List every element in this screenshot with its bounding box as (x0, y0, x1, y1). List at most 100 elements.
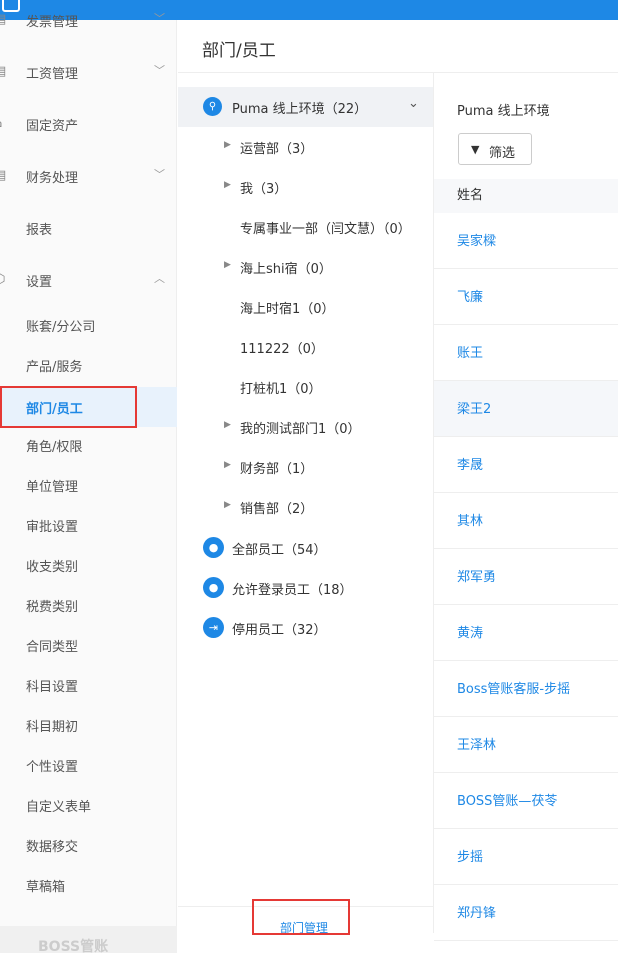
employee-name-link[interactable]: 郑丹锋 (457, 902, 496, 921)
tree-node[interactable]: ▶ 财务部（1） (178, 447, 433, 487)
employee-name-link[interactable]: 黄涛 (457, 622, 483, 641)
sidebar-subitem-label: 收支类别 (26, 560, 79, 575)
user-icon: ● (203, 537, 224, 558)
chevron-down-icon: ﹀ (154, 168, 165, 181)
table-row[interactable]: 其林 (434, 493, 618, 549)
tree-node[interactable]: 打桩机1（0） (178, 367, 433, 407)
tree-node-label: 海上shi宿（0） (240, 262, 332, 277)
sidebar-item-assets[interactable]: ⌂ 固定资产 (0, 98, 177, 150)
sidebar-subitem[interactable]: 账套/分公司 (0, 305, 177, 345)
tree-node[interactable]: ▶ 我的测试部门1（0） (178, 407, 433, 447)
employee-name-link[interactable]: 郑军勇 (457, 566, 496, 585)
group-label: 全部员工（54） (232, 543, 327, 558)
sidebar-subitem-label: 账套/分公司 (26, 320, 96, 335)
tree-node[interactable]: ▶ 我（3） (178, 167, 433, 207)
employee-name-link[interactable]: 王泽林 (457, 734, 496, 753)
boss-brand: BOSS管账 (0, 926, 177, 955)
sidebar-item-payroll[interactable]: ▤ 工资管理 ﹀ (0, 46, 177, 98)
tree-node[interactable]: 海上时宿1（0） (178, 287, 433, 327)
employee-name-link[interactable]: 梁王2 (457, 398, 491, 417)
sidebar-subitem[interactable]: 科目设置 (0, 665, 177, 705)
sidebar: ▤ 发票管理 ﹀ ▤ 工资管理 ﹀ ⌂ 固定资产 ▤ 财务处理 ﹀ ▮ 报表 ⬡… (0, 12, 177, 955)
sidebar-subitem[interactable]: 税费类别 (0, 585, 177, 625)
sidebar-subitem[interactable]: 审批设置 (0, 505, 177, 545)
sidebar-item-report[interactable]: ▮ 报表 (0, 202, 177, 254)
settings-icon: ⬡ (0, 272, 8, 287)
tree-node-label: 我的测试部门1（0） (240, 422, 361, 437)
chevron-up-icon: ︿ (154, 272, 165, 285)
table-row[interactable]: Boss管账客服-步摇 (434, 661, 618, 717)
org-title: Puma 线上环境 (457, 104, 550, 119)
employee-name-link[interactable]: BOSS管账—茯苓 (457, 790, 557, 809)
caret-right-icon[interactable]: ▶ (224, 420, 231, 430)
payroll-icon: ▤ (0, 64, 7, 79)
sidebar-subitem[interactable]: 自定义表单 (0, 785, 177, 825)
exit-icon: ⇥ (203, 617, 224, 638)
sidebar-subitem[interactable]: 产品/服务 (0, 345, 177, 385)
tree-node[interactable]: 111222（0） (178, 327, 433, 367)
chevron-down-icon: ﹀ (154, 12, 165, 25)
sidebar-subitem[interactable]: 合同类型 (0, 625, 177, 665)
sidebar-subitem-label: 科目期初 (26, 720, 79, 735)
sidebar-item-settings[interactable]: ⬡ 设置 ︿ (0, 254, 177, 306)
caret-right-icon[interactable]: ▶ (224, 500, 231, 510)
table-row[interactable]: 账王 (434, 325, 618, 381)
table-row[interactable]: 黄涛 (434, 605, 618, 661)
department-tree: ⚲ Puma 线上环境（22） ⌄ ▶ 运营部（3） ▶ 我（3） 专属事业一部（闫… (178, 73, 434, 935)
tree-node-label: 专属事业一部（闫文慧）（0） (240, 222, 411, 237)
employee-name-link[interactable]: 账王 (457, 342, 483, 361)
group-login-employees[interactable]: ● 允许登录员工（18） (178, 567, 433, 607)
highlight-box (252, 899, 350, 935)
table-row[interactable]: 步摇 (434, 829, 618, 885)
sidebar-subitem[interactable]: 个性设置 (0, 745, 177, 785)
sidebar-subitem[interactable]: 草稿箱 (0, 865, 177, 905)
tree-node-label: 打桩机1（0） (240, 382, 322, 397)
employee-name-link[interactable]: 步摇 (457, 846, 483, 865)
tree-node[interactable]: ▶ 海上shi宿（0） (178, 247, 433, 287)
sidebar-item-label: 设置 (26, 275, 53, 290)
sidebar-subitem[interactable]: 收支类别 (0, 545, 177, 585)
employee-name-link[interactable]: 其林 (457, 510, 483, 529)
employee-name-link[interactable]: 飞廉 (457, 286, 483, 305)
sidebar-subitem-label: 审批设置 (26, 520, 79, 535)
employee-name-link[interactable]: Boss管账客服-步摇 (457, 678, 570, 697)
caret-right-icon[interactable]: ▶ (224, 140, 231, 150)
table-row[interactable]: 郑军勇 (434, 549, 618, 605)
tree-node[interactable]: ▶ 销售部（2） (178, 487, 433, 527)
table-row[interactable]: 吴家樑 (434, 213, 618, 269)
sidebar-item-invoice[interactable]: ▤ 发票管理 ﹀ (0, 0, 177, 46)
table-row[interactable]: BOSS管账—茯苓 (434, 773, 618, 829)
table-row[interactable]: 飞廉 (434, 269, 618, 325)
tree-root[interactable]: ⚲ Puma 线上环境（22） ⌄ (178, 87, 433, 127)
tree-node[interactable]: 专属事业一部（闫文慧）（0） (178, 207, 433, 247)
filter-button[interactable]: ▼ 筛选 (458, 133, 532, 165)
table-row[interactable]: 王泽林 (434, 717, 618, 773)
caret-right-icon[interactable]: ▶ (224, 260, 231, 270)
caret-right-icon[interactable]: ▶ (224, 460, 231, 470)
group-all-employees[interactable]: ● 全部员工（54） (178, 527, 433, 567)
sidebar-subitem-label: 个性设置 (26, 760, 79, 775)
table-row[interactable]: 李晟 (434, 437, 618, 493)
report-icon: ▮ (0, 220, 8, 235)
group-label: 允许登录员工（18） (232, 583, 353, 598)
caret-right-icon[interactable]: ▶ (224, 180, 231, 190)
table-row[interactable]: 梁王2 (434, 381, 618, 437)
group-disabled-employees[interactable]: ⇥ 停用员工（32） (178, 607, 433, 647)
chevron-down-icon[interactable]: ⌄ (408, 96, 419, 111)
sidebar-item-label: 报表 (26, 223, 53, 238)
sidebar-subitem[interactable]: 单位管理 (0, 465, 177, 505)
sidebar-subitem-label: 合同类型 (26, 640, 79, 655)
sidebar-subitem[interactable]: 科目期初 (0, 705, 177, 745)
employee-name-link[interactable]: 李晟 (457, 454, 483, 473)
asset-icon: ⌂ (0, 116, 8, 131)
employee-name-link[interactable]: 吴家樑 (457, 230, 496, 249)
tree-root-label: Puma 线上环境（22） (232, 102, 368, 117)
filter-label: 筛选 (489, 146, 516, 161)
column-header-name: 姓名 (457, 188, 484, 203)
sidebar-item-label: 固定资产 (26, 119, 79, 134)
tree-node[interactable]: ▶ 运营部（3） (178, 127, 433, 167)
sidebar-subitem[interactable]: 数据移交 (0, 825, 177, 865)
sidebar-item-finance[interactable]: ▤ 财务处理 ﹀ (0, 150, 177, 202)
user-icon: ● (203, 577, 224, 598)
sidebar-subitem[interactable]: 角色/权限 (0, 425, 177, 465)
